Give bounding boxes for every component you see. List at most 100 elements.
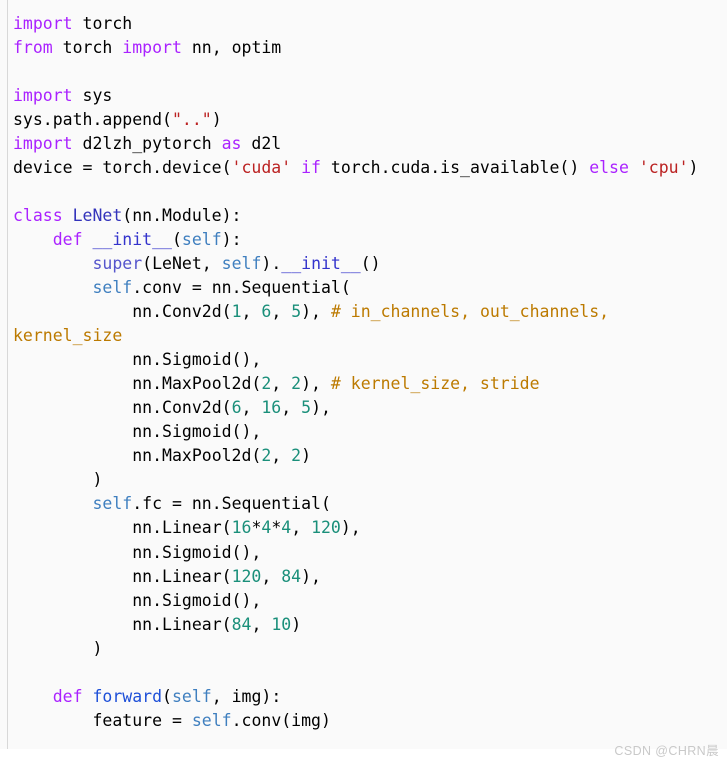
code-token: *	[271, 518, 282, 538]
code-token: )	[688, 157, 699, 177]
code-token: 4	[281, 518, 292, 538]
code-token: ,	[261, 566, 282, 586]
code-token: from	[13, 37, 53, 57]
code-token: def	[52, 686, 83, 706]
code-line: def forward(self, img):	[13, 685, 713, 709]
code-token: )	[291, 614, 302, 634]
code-token: else	[589, 157, 629, 177]
code-token: ,	[271, 446, 292, 466]
code-token: self	[221, 253, 262, 273]
code-line: nn.MaxPool2d(2, 2)	[13, 444, 713, 468]
code-token: )	[211, 109, 222, 129]
code-token: nn.MaxPool2d(	[13, 446, 262, 466]
code-token: )	[13, 638, 103, 658]
code-line: super(LeNet, self).__init__()	[13, 252, 713, 276]
code-token: d2l	[241, 133, 282, 153]
code-token: ),	[311, 398, 331, 418]
code-token: nn.Linear(	[13, 566, 232, 586]
code-token: nn.Sigmoid(),	[13, 590, 262, 610]
code-line: device = torch.device('cuda' if torch.cu…	[13, 156, 713, 180]
code-token: __init__	[92, 229, 172, 249]
code-token: 'cuda'	[231, 157, 292, 177]
code-token: 'cpu'	[638, 157, 689, 177]
code-token: .conv(img)	[231, 710, 331, 730]
code-token: self	[191, 710, 232, 730]
code-token: import	[13, 13, 73, 33]
code-token: nn.Linear(	[13, 518, 232, 538]
code-line: import d2lzh_pytorch as d2l	[13, 132, 713, 156]
code-token: 2	[261, 374, 272, 394]
code-token: (LeNet,	[142, 253, 222, 273]
code-token: 2	[261, 446, 272, 466]
code-token: (	[171, 229, 182, 249]
code-line: self.fc = nn.Sequential(	[13, 492, 713, 516]
code-token: device = torch.device(	[13, 157, 232, 177]
code-line: nn.Conv2d(6, 16, 5),	[13, 396, 713, 420]
code-line: nn.Linear(16*4*4, 120),	[13, 516, 713, 540]
code-token: sys	[72, 85, 113, 105]
code-token: 1	[231, 302, 242, 322]
code-token: LeNet	[72, 205, 123, 225]
code-token: )	[13, 470, 103, 490]
code-token: ,	[251, 614, 272, 634]
code-token: 5	[301, 398, 312, 418]
code-block: import torch from torch import nn, optim …	[0, 0, 727, 749]
code-token: forward	[92, 686, 163, 706]
code-token: def	[52, 229, 83, 249]
code-token: 120	[231, 566, 262, 586]
code-token: sys.path.append(	[13, 109, 172, 129]
code-token: __init__	[281, 253, 361, 273]
code-token: # kernel_size, stride	[330, 374, 540, 394]
code-token: nn, optim	[181, 37, 282, 57]
code-token: if	[301, 157, 321, 177]
code-token: 120	[311, 518, 341, 538]
watermark: CSDN @CHRN晨	[614, 744, 719, 758]
code-token: nn.MaxPool2d(	[13, 374, 262, 394]
code-token: 6	[261, 302, 272, 322]
code-content[interactable]: import torch from torch import nn, optim …	[13, 12, 713, 733]
code-token: class	[13, 205, 63, 225]
code-token: 2	[291, 446, 302, 466]
code-token: ),	[301, 566, 321, 586]
code-line: def __init__(self):	[13, 228, 713, 252]
code-token: , img):	[211, 686, 282, 706]
code-token: (	[162, 686, 172, 706]
code-line: )	[13, 468, 713, 492]
code-token: ),	[340, 518, 361, 538]
code-token: ,	[241, 302, 262, 322]
code-line: nn.Linear(120, 84),	[13, 565, 713, 589]
code-line: nn.MaxPool2d(2, 2), # kernel_size, strid…	[13, 372, 713, 396]
code-token: 16	[231, 518, 252, 538]
code-token: ),	[301, 374, 331, 394]
code-token: self	[171, 686, 212, 706]
code-token: torch	[52, 37, 123, 57]
code-line: nn.Sigmoid(),	[13, 541, 713, 565]
code-left-rule	[7, 0, 8, 749]
code-line: )	[13, 637, 713, 661]
code-line: nn.Sigmoid(),	[13, 420, 713, 444]
code-token: nn.Sigmoid(),	[13, 350, 262, 370]
code-token: torch.cuda.is_available()	[320, 157, 590, 177]
code-token: ,	[241, 398, 262, 418]
code-token: 16	[261, 398, 282, 418]
code-token: 84	[231, 614, 252, 634]
code-line: nn.Sigmoid(),	[13, 348, 713, 372]
code-line: from torch import nn, optim	[13, 36, 713, 60]
code-token: self	[92, 494, 133, 514]
code-line: import torch	[13, 12, 713, 36]
code-token: ".."	[171, 109, 212, 129]
code-token: 4	[261, 518, 272, 538]
code-token: import	[13, 85, 73, 105]
code-token: 6	[231, 398, 242, 418]
code-token: d2lzh_pytorch	[72, 133, 222, 153]
code-token: *	[251, 518, 262, 538]
